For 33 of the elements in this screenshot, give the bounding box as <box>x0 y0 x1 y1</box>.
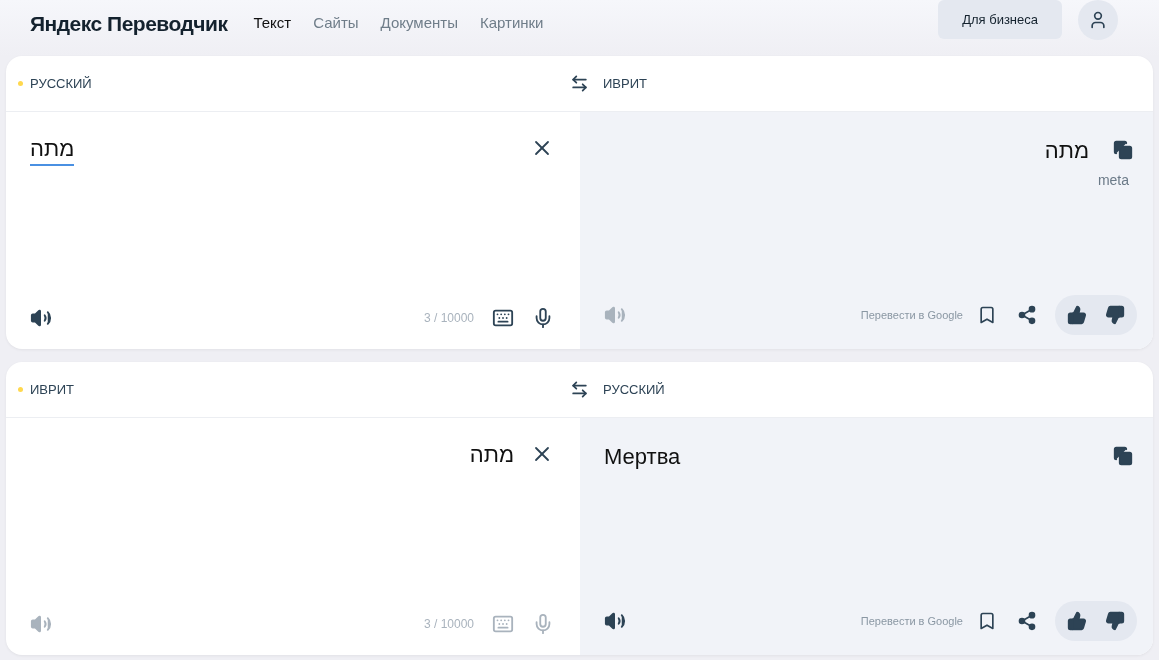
keyboard-icon[interactable] <box>492 307 514 329</box>
business-button[interactable]: Для бизнеса <box>938 0 1062 39</box>
swap-icon[interactable] <box>570 380 589 399</box>
share-icon[interactable] <box>1017 305 1037 325</box>
copy-icon[interactable] <box>1113 446 1133 466</box>
user-icon <box>1088 10 1108 30</box>
profile-button[interactable] <box>1078 0 1118 40</box>
speaker-icon[interactable] <box>604 610 626 632</box>
source-language-button[interactable]: ИВРИТ <box>30 379 74 400</box>
translation-text: מתה <box>1044 137 1089 165</box>
source-language-button[interactable]: РУССКИЙ <box>30 73 92 94</box>
target-language-button[interactable]: ИВРИТ <box>603 73 647 94</box>
bookmark-icon[interactable] <box>977 305 997 325</box>
share-icon[interactable] <box>1017 611 1037 631</box>
source-text[interactable]: מתה <box>30 134 75 166</box>
nav-tab[interactable]: Документы <box>380 12 458 35</box>
transliteration-text: meta <box>1097 171 1129 190</box>
translation-text: Мертва <box>604 443 681 471</box>
logo[interactable]: Яндекс Переводчик <box>30 8 228 40</box>
thumbs-down-icon[interactable] <box>1105 611 1125 631</box>
character-counter: 3 / 10000 <box>423 310 474 327</box>
copy-icon[interactable] <box>1113 140 1133 160</box>
swap-icon[interactable] <box>570 74 589 93</box>
thumbs-up-icon[interactable] <box>1067 611 1087 631</box>
nav-tab[interactable]: Картинки <box>479 12 544 35</box>
speaker-icon[interactable] <box>30 307 52 329</box>
bookmark-icon[interactable] <box>977 611 997 631</box>
thumbs-down-icon[interactable] <box>1105 305 1125 325</box>
thumbs-up-icon[interactable] <box>1067 305 1087 325</box>
target-language-button[interactable]: РУССКИЙ <box>603 379 665 400</box>
nav-tab[interactable]: Текст <box>253 12 292 35</box>
nav-tab[interactable]: Сайты <box>313 12 359 35</box>
character-counter: 3 / 10000 <box>423 616 474 633</box>
